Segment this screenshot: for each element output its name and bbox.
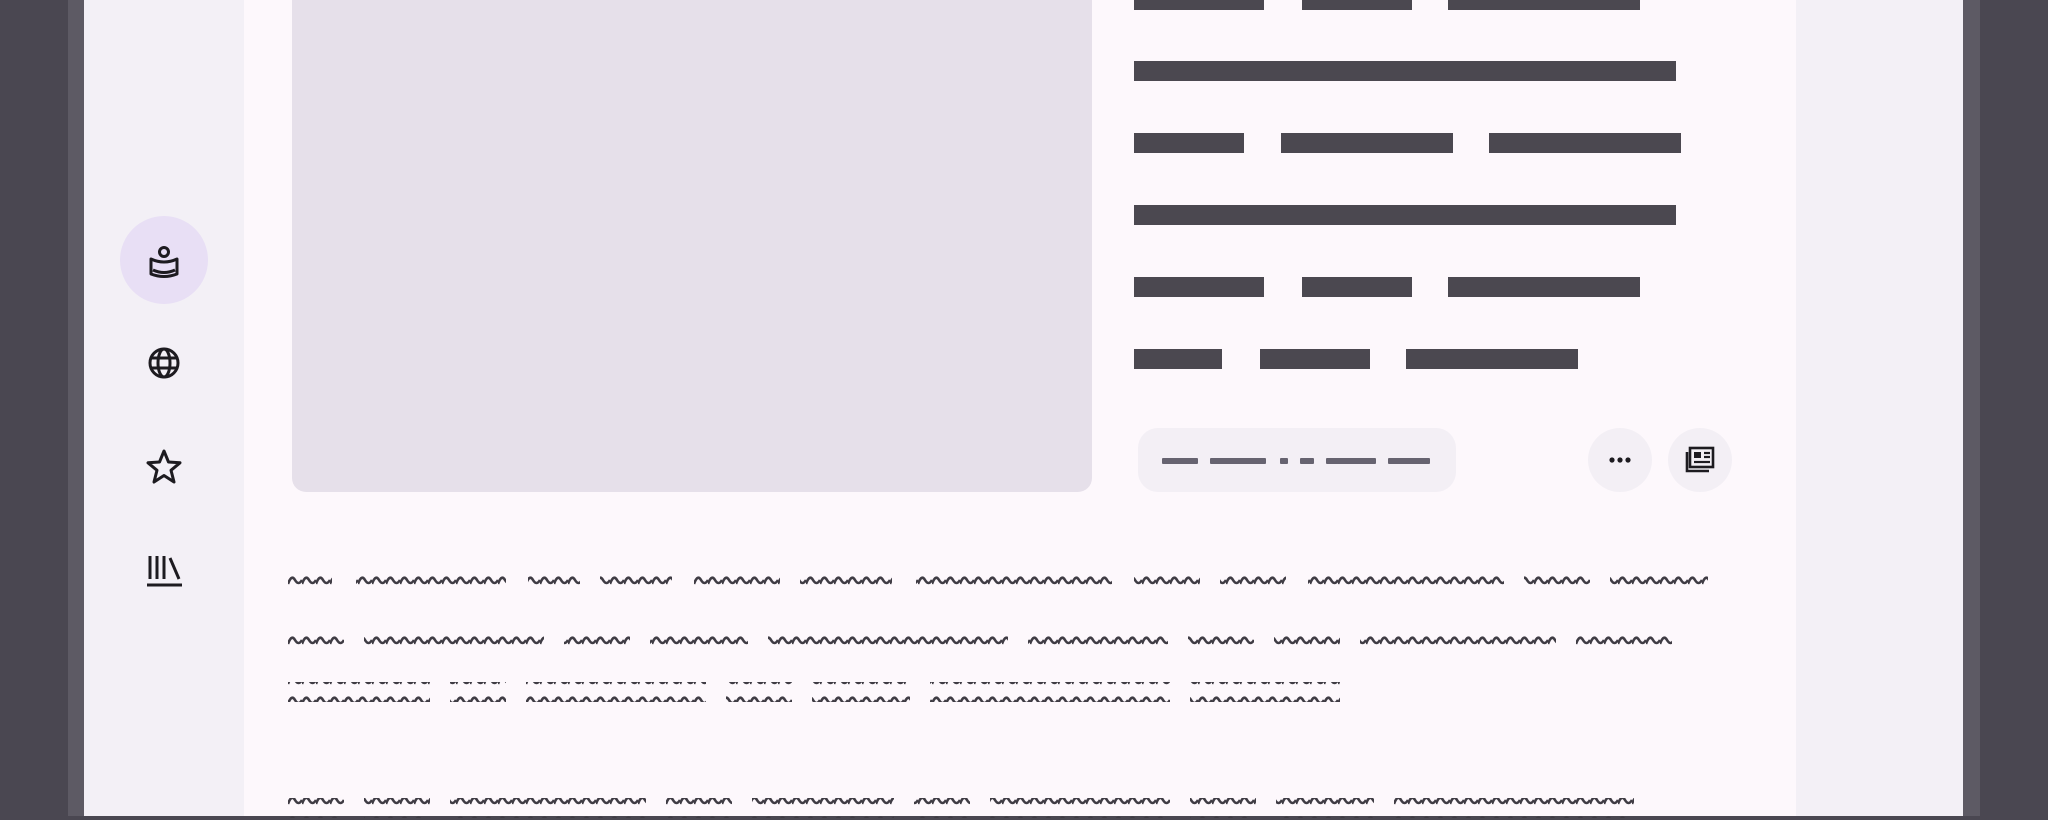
more-horiz-icon — [1609, 457, 1631, 463]
star-icon — [146, 449, 182, 484]
redacted-text — [1134, 133, 1244, 153]
redacted-text — [1302, 0, 1412, 10]
redacted-text — [1134, 349, 1222, 369]
rail-item-library[interactable] — [120, 526, 208, 614]
article-hero-image — [292, 0, 1092, 492]
redacted-text — [1300, 458, 1314, 464]
rail-item-favorites[interactable] — [120, 423, 208, 511]
redacted-text — [1326, 458, 1376, 464]
redacted-text — [1134, 61, 1676, 81]
window-frame-right — [1963, 0, 1980, 816]
redacted-text — [1448, 277, 1640, 297]
redacted-text — [1134, 205, 1676, 225]
redacted-text — [1134, 277, 1264, 297]
redacted-text — [1388, 458, 1430, 464]
more-options-button[interactable] — [1588, 428, 1652, 492]
redacted-text — [1448, 0, 1640, 10]
article-source-chip[interactable] — [1138, 428, 1456, 492]
redacted-text — [1162, 458, 1198, 464]
person-badge-icon — [149, 246, 179, 278]
window-frame-left — [68, 0, 84, 816]
rail-item-profile[interactable] — [120, 216, 208, 304]
newspaper-icon — [1685, 446, 1715, 473]
redacted-text — [1489, 133, 1681, 153]
full-coverage-button[interactable] — [1668, 428, 1732, 492]
rail-item-world[interactable] — [120, 319, 208, 407]
redacted-text — [1134, 0, 1264, 10]
redacted-text — [1281, 133, 1453, 153]
redacted-text — [1280, 458, 1288, 464]
globe-icon — [148, 347, 180, 379]
redacted-text — [1302, 277, 1412, 297]
navigation-rail — [84, 0, 244, 816]
redacted-text — [1406, 349, 1578, 369]
redacted-text — [1260, 349, 1370, 369]
redacted-text — [1210, 458, 1266, 464]
library-icon — [147, 556, 182, 587]
article-panel — [244, 0, 1796, 818]
article-body-text — [288, 570, 1708, 818]
